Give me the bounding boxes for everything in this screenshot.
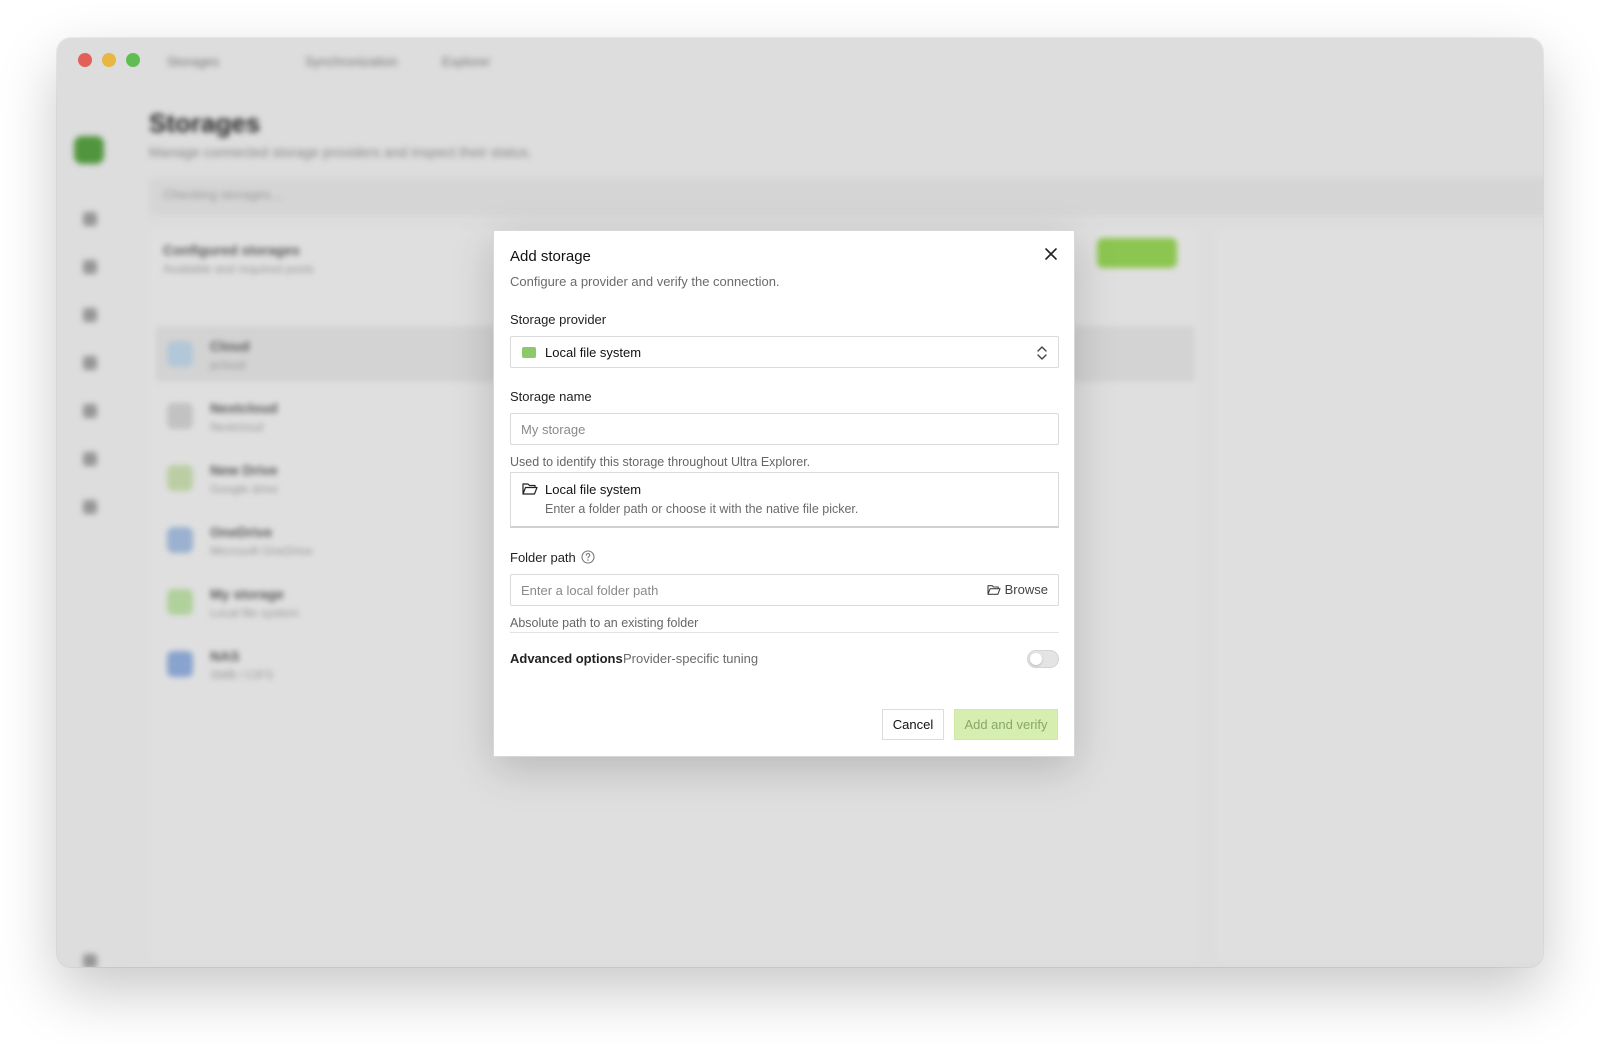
browse-button[interactable]: Browse [987,582,1048,597]
add-and-verify-button[interactable]: Add and verify [954,709,1058,740]
cancel-button[interactable]: Cancel [882,709,944,740]
provider-select[interactable]: Local file system [510,336,1059,368]
advanced-options-subtitle: Provider-specific tuning [623,651,759,666]
close-icon[interactable] [1042,245,1060,263]
folder-path-field[interactable]: Browse [510,574,1059,606]
dialog-subtitle: Configure a provider and verify the conn… [510,274,780,289]
toggle-knob [1030,653,1042,665]
folder-path-input[interactable] [521,575,961,605]
provider-info-card: Local file system Enter a folder path or… [510,472,1059,528]
provider-card-subtitle: Enter a folder path or choose it with th… [545,502,859,516]
advanced-options-label: Advanced options [510,651,623,666]
storage-name-input[interactable] [521,414,961,444]
folder-open-icon [522,482,538,496]
chevron-updown-icon [1035,344,1049,362]
help-circle-icon[interactable] [581,550,595,564]
folder-open-icon [987,585,1001,595]
folder-path-label: Folder path [510,550,576,565]
add-storage-dialog: Add storage Configure a provider and ver… [493,230,1075,757]
storage-name-hint: Used to identify this storage throughout… [510,455,811,469]
provider-label: Storage provider [510,312,607,327]
dialog-title: Add storage [510,248,591,265]
storage-name-label: Storage name [510,389,592,404]
advanced-options-toggle[interactable] [1027,650,1059,668]
browse-button-label: Browse [1004,582,1048,597]
local-storage-icon [522,347,536,358]
provider-card-title: Local file system [545,482,642,497]
storage-name-field[interactable] [510,413,1059,445]
divider [510,632,1059,633]
provider-select-value: Local file system [545,345,642,360]
folder-path-hint: Absolute path to an existing folder [510,616,699,630]
